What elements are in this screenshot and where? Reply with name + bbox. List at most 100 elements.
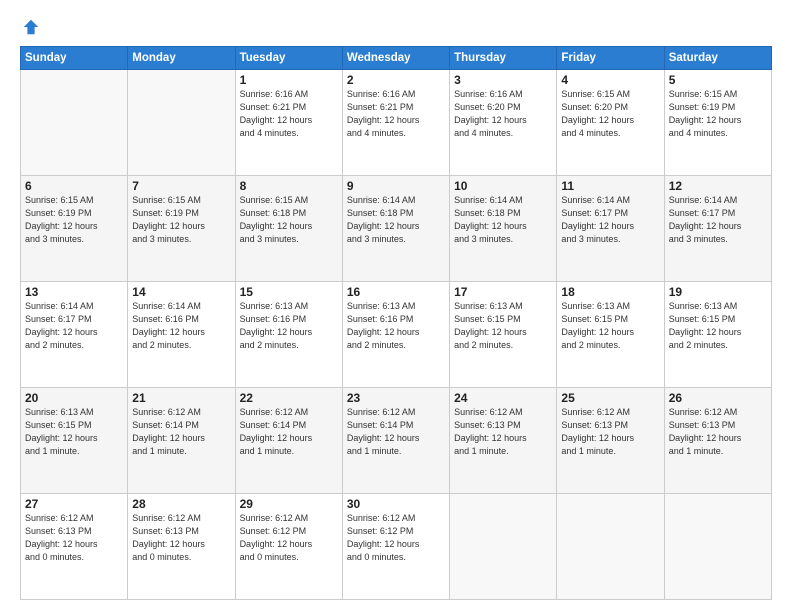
day-number: 17 [454, 285, 552, 299]
day-number: 7 [132, 179, 230, 193]
calendar-day-cell: 21Sunrise: 6:12 AM Sunset: 6:14 PM Dayli… [128, 388, 235, 494]
day-number: 29 [240, 497, 338, 511]
day-number: 27 [25, 497, 123, 511]
day-info: Sunrise: 6:14 AM Sunset: 6:18 PM Dayligh… [454, 194, 552, 246]
day-number: 19 [669, 285, 767, 299]
weekday-header-sunday: Sunday [21, 47, 128, 70]
calendar-day-cell: 17Sunrise: 6:13 AM Sunset: 6:15 PM Dayli… [450, 282, 557, 388]
day-number: 22 [240, 391, 338, 405]
day-info: Sunrise: 6:16 AM Sunset: 6:21 PM Dayligh… [347, 88, 445, 140]
calendar-day-cell: 12Sunrise: 6:14 AM Sunset: 6:17 PM Dayli… [664, 176, 771, 282]
day-number: 3 [454, 73, 552, 87]
calendar-day-cell: 30Sunrise: 6:12 AM Sunset: 6:12 PM Dayli… [342, 494, 449, 600]
day-number: 28 [132, 497, 230, 511]
calendar-week-row: 13Sunrise: 6:14 AM Sunset: 6:17 PM Dayli… [21, 282, 772, 388]
logo-icon [22, 18, 40, 36]
page: SundayMondayTuesdayWednesdayThursdayFrid… [0, 0, 792, 612]
calendar-table: SundayMondayTuesdayWednesdayThursdayFrid… [20, 46, 772, 600]
weekday-header-wednesday: Wednesday [342, 47, 449, 70]
weekday-header-monday: Monday [128, 47, 235, 70]
header [20, 18, 772, 36]
calendar-day-cell: 24Sunrise: 6:12 AM Sunset: 6:13 PM Dayli… [450, 388, 557, 494]
weekday-header-saturday: Saturday [664, 47, 771, 70]
weekday-header-thursday: Thursday [450, 47, 557, 70]
calendar-day-cell: 26Sunrise: 6:12 AM Sunset: 6:13 PM Dayli… [664, 388, 771, 494]
calendar-week-row: 6Sunrise: 6:15 AM Sunset: 6:19 PM Daylig… [21, 176, 772, 282]
calendar-day-cell: 1Sunrise: 6:16 AM Sunset: 6:21 PM Daylig… [235, 70, 342, 176]
calendar-day-cell: 8Sunrise: 6:15 AM Sunset: 6:18 PM Daylig… [235, 176, 342, 282]
day-info: Sunrise: 6:12 AM Sunset: 6:13 PM Dayligh… [669, 406, 767, 458]
day-number: 1 [240, 73, 338, 87]
calendar-day-cell: 25Sunrise: 6:12 AM Sunset: 6:13 PM Dayli… [557, 388, 664, 494]
day-info: Sunrise: 6:12 AM Sunset: 6:13 PM Dayligh… [132, 512, 230, 564]
day-info: Sunrise: 6:15 AM Sunset: 6:19 PM Dayligh… [25, 194, 123, 246]
day-number: 20 [25, 391, 123, 405]
calendar-day-cell: 4Sunrise: 6:15 AM Sunset: 6:20 PM Daylig… [557, 70, 664, 176]
weekday-header-row: SundayMondayTuesdayWednesdayThursdayFrid… [21, 47, 772, 70]
calendar-day-cell: 2Sunrise: 6:16 AM Sunset: 6:21 PM Daylig… [342, 70, 449, 176]
day-number: 2 [347, 73, 445, 87]
day-info: Sunrise: 6:13 AM Sunset: 6:15 PM Dayligh… [25, 406, 123, 458]
calendar-day-cell [21, 70, 128, 176]
day-info: Sunrise: 6:14 AM Sunset: 6:17 PM Dayligh… [669, 194, 767, 246]
day-number: 18 [561, 285, 659, 299]
day-number: 13 [25, 285, 123, 299]
calendar-day-cell: 9Sunrise: 6:14 AM Sunset: 6:18 PM Daylig… [342, 176, 449, 282]
calendar-week-row: 27Sunrise: 6:12 AM Sunset: 6:13 PM Dayli… [21, 494, 772, 600]
calendar-day-cell: 23Sunrise: 6:12 AM Sunset: 6:14 PM Dayli… [342, 388, 449, 494]
day-info: Sunrise: 6:12 AM Sunset: 6:12 PM Dayligh… [240, 512, 338, 564]
day-info: Sunrise: 6:12 AM Sunset: 6:13 PM Dayligh… [25, 512, 123, 564]
calendar-day-cell: 6Sunrise: 6:15 AM Sunset: 6:19 PM Daylig… [21, 176, 128, 282]
calendar-day-cell: 28Sunrise: 6:12 AM Sunset: 6:13 PM Dayli… [128, 494, 235, 600]
calendar-day-cell: 10Sunrise: 6:14 AM Sunset: 6:18 PM Dayli… [450, 176, 557, 282]
day-number: 10 [454, 179, 552, 193]
calendar-day-cell: 7Sunrise: 6:15 AM Sunset: 6:19 PM Daylig… [128, 176, 235, 282]
day-info: Sunrise: 6:15 AM Sunset: 6:19 PM Dayligh… [132, 194, 230, 246]
day-info: Sunrise: 6:12 AM Sunset: 6:13 PM Dayligh… [561, 406, 659, 458]
day-info: Sunrise: 6:13 AM Sunset: 6:15 PM Dayligh… [669, 300, 767, 352]
day-info: Sunrise: 6:13 AM Sunset: 6:16 PM Dayligh… [347, 300, 445, 352]
day-info: Sunrise: 6:13 AM Sunset: 6:15 PM Dayligh… [561, 300, 659, 352]
day-info: Sunrise: 6:12 AM Sunset: 6:14 PM Dayligh… [240, 406, 338, 458]
calendar-day-cell: 18Sunrise: 6:13 AM Sunset: 6:15 PM Dayli… [557, 282, 664, 388]
calendar-day-cell [128, 70, 235, 176]
calendar-day-cell: 15Sunrise: 6:13 AM Sunset: 6:16 PM Dayli… [235, 282, 342, 388]
day-info: Sunrise: 6:12 AM Sunset: 6:12 PM Dayligh… [347, 512, 445, 564]
day-number: 14 [132, 285, 230, 299]
day-info: Sunrise: 6:13 AM Sunset: 6:15 PM Dayligh… [454, 300, 552, 352]
calendar-day-cell: 19Sunrise: 6:13 AM Sunset: 6:15 PM Dayli… [664, 282, 771, 388]
calendar-week-row: 1 Sunrise: 6:16 AM Sunset: 6:21 PM Daylig… [21, 70, 772, 176]
day-number: 8 [240, 179, 338, 193]
day-info: Sunrise: 6:14 AM Sunset: 6:17 PM Dayligh… [561, 194, 659, 246]
calendar-day-cell: 11Sunrise: 6:14 AM Sunset: 6:17 PM Dayli… [557, 176, 664, 282]
weekday-header-tuesday: Tuesday [235, 47, 342, 70]
day-number: 15 [240, 285, 338, 299]
day-number: 4 [561, 73, 659, 87]
calendar-week-row: 20Sunrise: 6:13 AM Sunset: 6:15 PM Dayli… [21, 388, 772, 494]
day-number: 5 [669, 73, 767, 87]
day-info: Sunrise: 6:16 AM Sunset: 6:20 PM Dayligh… [454, 88, 552, 140]
calendar-day-cell: 13Sunrise: 6:14 AM Sunset: 6:17 PM Dayli… [21, 282, 128, 388]
calendar-day-cell [557, 494, 664, 600]
day-number: 16 [347, 285, 445, 299]
day-number: 9 [347, 179, 445, 193]
calendar-day-cell: 3Sunrise: 6:16 AM Sunset: 6:20 PM Daylig… [450, 70, 557, 176]
calendar-day-cell [450, 494, 557, 600]
day-number: 12 [669, 179, 767, 193]
calendar-day-cell: 20Sunrise: 6:13 AM Sunset: 6:15 PM Dayli… [21, 388, 128, 494]
day-number: 21 [132, 391, 230, 405]
day-number: 25 [561, 391, 659, 405]
calendar-day-cell: 5Sunrise: 6:15 AM Sunset: 6:19 PM Daylig… [664, 70, 771, 176]
calendar-day-cell: 14Sunrise: 6:14 AM Sunset: 6:16 PM Dayli… [128, 282, 235, 388]
calendar-day-cell: 16Sunrise: 6:13 AM Sunset: 6:16 PM Dayli… [342, 282, 449, 388]
day-info: Sunrise: 6:15 AM Sunset: 6:20 PM Dayligh… [561, 88, 659, 140]
day-number: 24 [454, 391, 552, 405]
day-number: 26 [669, 391, 767, 405]
day-number: 23 [347, 391, 445, 405]
day-info: Sunrise: 6:13 AM Sunset: 6:16 PM Dayligh… [240, 300, 338, 352]
day-info: Sunrise: 6:14 AM Sunset: 6:17 PM Dayligh… [25, 300, 123, 352]
calendar-day-cell: 27Sunrise: 6:12 AM Sunset: 6:13 PM Dayli… [21, 494, 128, 600]
day-number: 6 [25, 179, 123, 193]
day-info: Sunrise: 6:14 AM Sunset: 6:16 PM Dayligh… [132, 300, 230, 352]
weekday-header-friday: Friday [557, 47, 664, 70]
